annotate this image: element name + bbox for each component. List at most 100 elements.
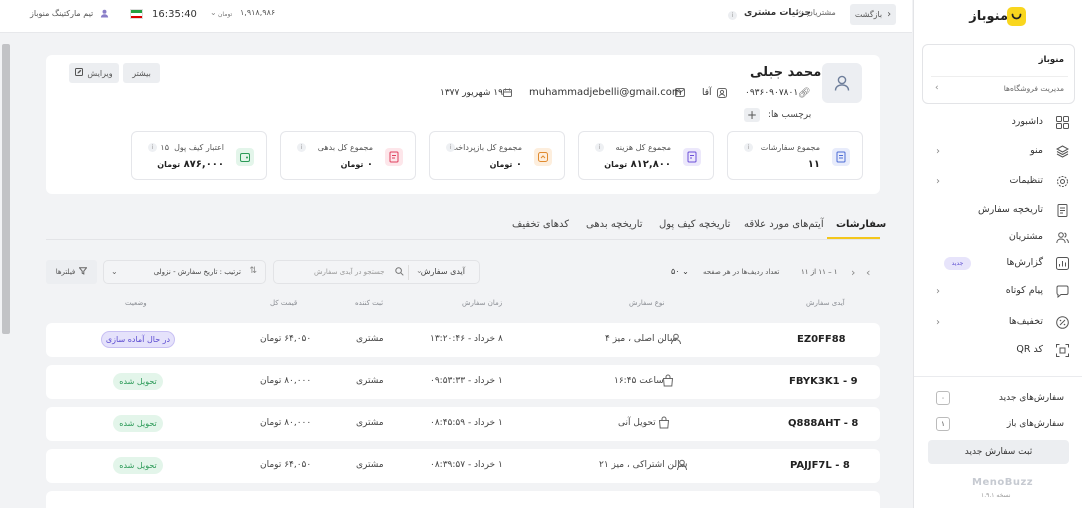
info-icon[interactable]: i [744,143,753,152]
rows-per-page-select[interactable]: ۵۰ ⌄ [671,267,689,276]
search-input[interactable]: جستجو در آیدی سفارش [314,268,385,276]
phone-link-icon: 🔗︎ [798,88,811,99]
open-orders-label[interactable]: سفارش‌های باز [1007,419,1064,429]
chevron-right-icon: › [887,9,892,20]
receipt-icon [1055,204,1069,218]
order-id[interactable]: EZ0FF88 [797,334,846,345]
stat-total-orders: مجموع سفارشات ۱۱ i [727,131,863,180]
qr-icon [1055,344,1069,358]
breadcrumb-customers[interactable]: مشتریان [807,8,836,17]
tab-orders[interactable]: سفارشات [836,219,886,230]
sort-label: ترتیب : تاریخ سفارش - نزولی [153,268,241,276]
brand-name: منوباز [969,9,1008,24]
tab-wallet-history[interactable]: تاریخچه کیف پول [659,219,730,230]
gear-icon [1055,175,1069,189]
grid-icon [1055,116,1069,130]
sidebar-item-customers[interactable]: مشتریان [914,227,1082,249]
order-time: ۱ خرداد - ۰۸:۴۵:۵۹ [430,418,503,428]
search-box[interactable]: آیدی سفارش ⌄ جستجو در آیدی سفارش [273,260,480,284]
customer-phone[interactable]: ۰۹۳۶۰۹۰۷۸۰۱ [745,88,798,98]
status-badge: تحویل شده [113,457,163,474]
sidebar-item-reports[interactable]: گزارش‌ها جدید [914,253,1082,275]
stat-value: ۱۱ [807,159,820,170]
total-price: ۶۴,۰۵۰ تومان [260,334,312,344]
footer-brand-logo: MenoBuzz [972,477,1034,488]
waiter-icon [676,459,688,474]
bag-icon [662,374,674,390]
balance-value: ۱,۹۱۸,۹۸۶ [240,8,276,17]
column-header-order-id: آیدی سفارش [806,299,845,307]
table-row[interactable]: PAJJF7L - 8 سالن اشتراکی ، میز ۲۱ ۱ خردا… [46,449,880,483]
sidebar-item-qr-code[interactable]: کد QR [914,340,1082,362]
chart-icon [1055,257,1069,271]
pagination-text: ۱ – ۱۱ از ۱۱ [801,268,838,276]
tabs-divider [46,239,880,240]
order-type: سالن اصلی ، میز ۴ [605,334,678,344]
table-row[interactable]: Q888AHT - 8 تحویل آنی ۱ خرداد - ۰۸:۴۵:۵۹… [46,407,880,441]
tab-debt-history[interactable]: تاریخچه بدهی [586,219,643,230]
chevron-down-icon: ⌄ [111,267,118,276]
users-icon [1055,231,1069,245]
table-row-partial[interactable] [46,491,880,508]
order-id[interactable]: PAJJF7L - 8 [790,460,850,471]
sidebar-item-sms[interactable]: پیام کوتاه ‹ [914,281,1082,303]
bag-icon [658,416,670,432]
store-management-link[interactable]: مدیریت فروشگاه‌ها [1004,84,1064,93]
user-icon [100,9,109,21]
page-scrollbar[interactable] [0,34,10,508]
scrollbar-thumb[interactable] [2,44,10,334]
info-icon[interactable]: i [148,143,157,152]
prev-page-button[interactable]: ‹ [866,266,870,279]
order-id[interactable]: Q888AHT - 8 [788,418,858,429]
sidebar-item-menu[interactable]: منو ‹ [914,141,1082,163]
sidebar-item-dashboard[interactable]: داشبورد [914,112,1082,134]
total-price: ۸۰,۰۰۰ تومان [260,418,312,428]
tab-discount-codes[interactable]: کدهای تخفیف [512,219,569,230]
back-button[interactable]: بازگشت › [850,4,896,25]
info-icon[interactable]: i [446,143,455,152]
new-orders-label[interactable]: سفارش‌های جدید [999,393,1064,403]
refund-icon [534,148,552,166]
wallet-icon [236,148,254,166]
back-label: بازگشت [854,10,883,19]
breadcrumb-separator: ‹ [798,8,802,18]
column-header-status: وضعیت [125,299,147,307]
new-badge: جدید [944,257,971,270]
stat-wallet-credit: اعتبار کیف پول ۱۵ ۸۷۶,۰۰۰ تومان i [131,131,267,180]
edit-label: ویرایش [87,68,113,78]
filters-button[interactable]: فیلترها [46,260,97,284]
chevron-down-icon[interactable]: ⌄ [210,8,217,17]
more-button[interactable]: بیشتر [123,63,160,83]
order-time: ۱ خرداد - ۰۹:۵۳:۳۳ [430,376,503,386]
total-price: ۸۰,۰۰۰ تومان [260,376,312,386]
info-icon[interactable]: i [297,143,306,152]
add-tag-button[interactable]: + [744,108,760,122]
next-page-button[interactable]: › [851,266,855,279]
new-order-label: ثبت سفارش جدید [964,447,1033,457]
sort-select[interactable]: ⇅ ترتیب : تاریخ سفارش - نزولی ⌄ [103,260,266,284]
user-label[interactable]: تیم مارکتینگ منوباز [30,9,93,18]
new-order-button[interactable]: ثبت سفارش جدید [928,440,1069,464]
sidebar-item-discounts[interactable]: تخفیف‌ها ‹ [914,312,1082,334]
search-type-select[interactable]: آیدی سفارش [421,267,465,276]
edit-button[interactable]: ویرایش [69,63,119,83]
percent-icon [1055,316,1069,330]
registered-by: مشتری [356,460,384,470]
sidebar-item-label: تاریخچه سفارش [978,204,1043,215]
stat-value: ۰ تومان [340,159,373,170]
info-icon[interactable]: i [595,143,604,152]
document-icon [832,148,850,166]
more-label: بیشتر [132,68,151,78]
order-id[interactable]: FBYK3K1 - 9 [789,376,858,387]
store-selector[interactable]: منوباز مدیریت فروشگاه‌ها ‹ [922,44,1075,104]
sidebar-item-order-history[interactable]: تاریخچه سفارش [914,200,1082,222]
tags-label: برچسب ها: [768,110,812,120]
table-row[interactable]: EZ0FF88 سالن اصلی ، میز ۴ ۸ خرداد - ۱۳:۲… [46,323,880,357]
calendar-icon [503,88,512,100]
sidebar-item-settings[interactable]: تنظیمات ‹ [914,171,1082,193]
customer-email[interactable]: muhammadjebelli@gmail.com [529,87,682,98]
table-row[interactable]: FBYK3K1 - 9 ساعت ۱۶:۴۵ ۱ خرداد - ۰۹:۵۳:۳… [46,365,880,399]
tab-favorites[interactable]: آیتم‌های مورد علاقه [744,219,824,230]
sidebar-item-label: پیام کوتاه [1005,285,1043,296]
store-name: منوباز [1038,55,1064,65]
